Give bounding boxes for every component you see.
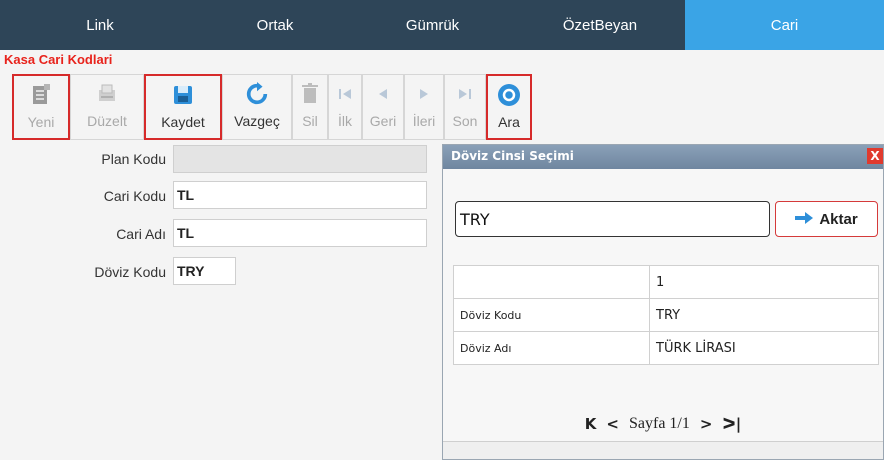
cancel-label: Vazgeç	[234, 113, 280, 129]
save-button[interactable]: Kaydet	[144, 74, 222, 140]
next-record-icon	[412, 81, 436, 107]
result-table: 1 Döviz Kodu TRY Döviz Adı TÜRK LİRASI	[453, 265, 879, 365]
delete-label: Sil	[302, 113, 318, 129]
last-button[interactable]: Son	[444, 74, 486, 140]
next-button[interactable]: İleri	[404, 74, 444, 140]
cari-adi-field[interactable]: TL	[173, 219, 427, 247]
aktar-label: Aktar	[819, 210, 858, 228]
doviz-kodu-field[interactable]: TRY	[173, 257, 236, 285]
app-root: Link Ortak Gümrük ÖzetBeyan Cari Kasa Ca…	[0, 0, 884, 460]
first-label: İlk	[338, 113, 352, 129]
dialog-title: Döviz Cinsi Seçimi	[451, 149, 574, 163]
table-header-row: 1	[453, 265, 879, 299]
dialog-header: Döviz Cinsi Seçimi X	[443, 145, 883, 169]
save-label: Kaydet	[161, 114, 205, 130]
plan-kodu-label: Plan Kodu	[101, 151, 166, 167]
row-key: Döviz Kodu	[453, 298, 650, 332]
aktar-button[interactable]: Aktar	[775, 201, 878, 237]
next-page-button[interactable]: >	[700, 415, 713, 433]
doviz-kodu-label: Döviz Kodu	[94, 264, 166, 280]
prev-label: Geri	[369, 113, 397, 129]
tab-gumruk[interactable]: Gümrük	[350, 0, 515, 50]
currency-select-dialog: Döviz Cinsi Seçimi X TRY Aktar 1 Döviz K…	[442, 144, 884, 460]
undo-icon	[245, 81, 269, 107]
tab-ozetbeyan[interactable]: ÖzetBeyan	[515, 0, 685, 50]
save-icon	[171, 82, 195, 108]
table-header-cell	[453, 265, 650, 299]
pager: K < Sayfa 1/1 > ᐳ|	[443, 407, 883, 441]
new-label: Yeni	[27, 114, 55, 130]
prev-record-icon	[371, 81, 395, 107]
cari-kodu-label: Cari Kodu	[103, 188, 166, 204]
new-doc-icon	[29, 82, 53, 108]
delete-button[interactable]: Sil	[292, 74, 328, 140]
tab-link[interactable]: Link	[0, 0, 200, 50]
cancel-button[interactable]: Vazgeç	[222, 74, 292, 140]
top-nav: Link Ortak Gümrük ÖzetBeyan Cari	[0, 0, 884, 50]
plan-kodu-field	[173, 145, 427, 173]
row-value: TRY	[649, 298, 879, 332]
first-page-button[interactable]: K	[585, 415, 597, 433]
cari-kodu-field[interactable]: TL	[173, 181, 427, 209]
last-record-icon	[453, 81, 477, 107]
edit-icon	[95, 81, 119, 107]
last-page-button[interactable]: ᐳ|	[722, 415, 741, 433]
row-key: Döviz Adı	[453, 331, 650, 365]
tab-ortak[interactable]: Ortak	[200, 0, 350, 50]
search-label: Ara	[498, 114, 520, 130]
arrow-right-icon	[795, 211, 814, 228]
cari-adi-label: Cari Adı	[116, 226, 166, 242]
currency-search-input[interactable]: TRY	[455, 201, 770, 237]
first-record-icon	[333, 81, 357, 107]
first-button[interactable]: İlk	[328, 74, 362, 140]
prev-page-button[interactable]: <	[606, 415, 619, 433]
search-icon	[497, 82, 521, 108]
new-button[interactable]: Yeni	[12, 74, 70, 140]
table-header-cell[interactable]: 1	[649, 265, 879, 299]
toolbar: Yeni Düzelt Kaydet Vazgeç Sil İlk Geri İ…	[12, 74, 532, 140]
page-indicator: Sayfa 1/1	[628, 415, 690, 432]
table-row[interactable]: Döviz Adı TÜRK LİRASI	[453, 331, 879, 365]
tab-cari[interactable]: Cari	[685, 0, 884, 50]
section-title: Kasa Cari Kodlari	[4, 52, 113, 67]
edit-label: Düzelt	[87, 113, 127, 129]
table-row[interactable]: Döviz Kodu TRY	[453, 298, 879, 332]
dialog-footer	[443, 441, 883, 459]
search-button[interactable]: Ara	[486, 74, 532, 140]
row-value: TÜRK LİRASI	[649, 331, 879, 365]
prev-button[interactable]: Geri	[362, 74, 404, 140]
edit-button[interactable]: Düzelt	[70, 74, 144, 140]
next-label: İleri	[412, 113, 436, 129]
close-icon[interactable]: X	[867, 148, 883, 164]
trash-icon	[298, 81, 322, 107]
last-label: Son	[452, 113, 478, 129]
